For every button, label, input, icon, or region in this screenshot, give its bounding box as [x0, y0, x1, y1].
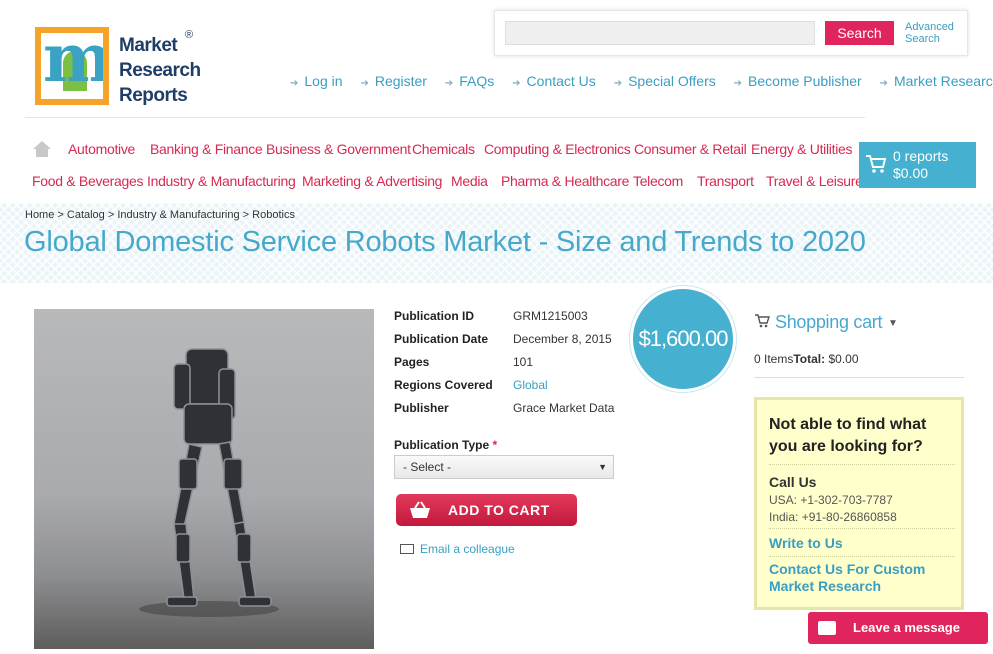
category-marketing-advertising[interactable]: Marketing & Advertising [302, 173, 442, 189]
advanced-search-link[interactable]: Advanced Search [905, 21, 954, 45]
nav-blog[interactable]: ➔Market Research Blog [880, 73, 993, 89]
home-icon[interactable] [33, 141, 51, 157]
category-business-government[interactable]: Business & Government [266, 141, 411, 157]
basket-icon [410, 501, 430, 518]
cart-total: $0.00 [893, 165, 929, 181]
category-transport[interactable]: Transport [697, 173, 754, 189]
custom-research-link[interactable]: Contact Us For Custom Market Research [769, 561, 955, 595]
nav-faqs[interactable]: ➔ FAQs [445, 73, 494, 89]
top-nav: ➔ Log in ➔ Register ➔ FAQs ➔ Contact Us ➔ Spe… [290, 73, 993, 89]
category-chemicals[interactable]: Chemicals [412, 141, 475, 157]
page-title: Global Domestic Service Robots Market - … [24, 226, 866, 258]
phone-india: India: +91-80-26860858 [769, 510, 897, 524]
shopping-cart-title[interactable]: Shopping cart [775, 312, 882, 333]
category-media[interactable]: Media [451, 173, 488, 189]
chevron-down-icon: ▼ [598, 462, 607, 472]
mail-icon [818, 621, 836, 635]
nav-become-publisher[interactable]: ➔ Become Publisher [734, 73, 862, 89]
help-divider [769, 464, 955, 465]
sidebar-divider [754, 377, 964, 378]
nav-contact-us[interactable]: ➔ Contact Us [512, 73, 596, 89]
nav-special-offers[interactable]: ➔ Special Offers [614, 73, 716, 89]
publication-type-select[interactable]: - Select - ▼ [394, 455, 614, 479]
publication-type-label: Publication Type * [394, 438, 498, 452]
help-title: Not able to find what you are looking fo… [769, 416, 927, 455]
search-input[interactable] [505, 21, 815, 45]
category-banking-finance[interactable]: Banking & Finance [150, 141, 263, 157]
leave-message-button[interactable]: Leave a message [808, 612, 988, 644]
help-divider [769, 556, 955, 557]
exoskeleton-figure-icon [139, 348, 279, 617]
cart-icon [866, 155, 887, 173]
search-panel: Search Advanced Search [494, 10, 968, 56]
phone-usa: USA: +1-302-703-7787 [769, 493, 893, 507]
category-industry-manufacturing[interactable]: Industry & Manufacturing [147, 173, 296, 189]
category-energy-utilities[interactable]: Energy & Utilities [751, 141, 853, 157]
nav-register[interactable]: ➔ Register [360, 73, 427, 89]
product-image [34, 309, 374, 649]
detail-pages: Pages 101 [394, 355, 534, 369]
category-travel-leisure[interactable]: Travel & Leisure [766, 173, 863, 189]
detail-publisher: Publisher Grace Market Data [394, 401, 615, 415]
envelope-icon [400, 544, 414, 554]
category-automotive[interactable]: Automotive [68, 141, 135, 157]
category-pharma-healthcare[interactable]: Pharma & Healthcare [501, 173, 629, 189]
category-food-beverages[interactable]: Food & Beverages [32, 173, 143, 189]
category-computing-electronics[interactable]: Computing & Electronics [484, 141, 631, 157]
call-us-heading: Call Us [769, 474, 817, 490]
logo-text: Market Research Reports [119, 35, 201, 106]
nav-login[interactable]: ➔ Log in [290, 73, 343, 89]
search-button[interactable]: Search [825, 21, 894, 45]
add-to-cart-button[interactable]: ADD TO CART [396, 494, 577, 526]
detail-regions: Regions Covered Global [394, 378, 548, 392]
breadcrumb[interactable]: Home > Catalog > Industry & Manufacturin… [25, 209, 295, 221]
detail-publication-id: Publication ID GRM1215003 [394, 309, 588, 323]
category-telecom[interactable]: Telecom [633, 173, 683, 189]
header-cart-button[interactable]: 0 reports $0.00 [859, 142, 976, 188]
logo-registered-mark: ® [185, 29, 194, 41]
write-to-us-link[interactable]: Write to Us [769, 535, 843, 552]
caret-down-icon[interactable]: ▼ [888, 318, 898, 329]
shopping-cart-icon [755, 314, 770, 328]
logo-mark-icon: m [35, 27, 109, 105]
shopping-cart-summary: 0 ItemsTotal: $0.00 [754, 352, 859, 366]
detail-publication-date: Publication Date December 8, 2015 [394, 332, 612, 346]
region-global-link[interactable]: Global [513, 378, 548, 392]
cart-count: 0 reports [893, 148, 949, 164]
email-colleague-link[interactable]: Email a colleague [400, 542, 515, 556]
category-consumer-retail[interactable]: Consumer & Retail [634, 141, 747, 157]
help-box: Not able to find what you are looking fo… [754, 397, 964, 610]
help-divider [769, 528, 955, 529]
site-logo[interactable]: m Market Research Reports ® [35, 27, 215, 107]
nav-divider [25, 117, 865, 118]
price-badge: $1,600.00 [633, 289, 733, 389]
